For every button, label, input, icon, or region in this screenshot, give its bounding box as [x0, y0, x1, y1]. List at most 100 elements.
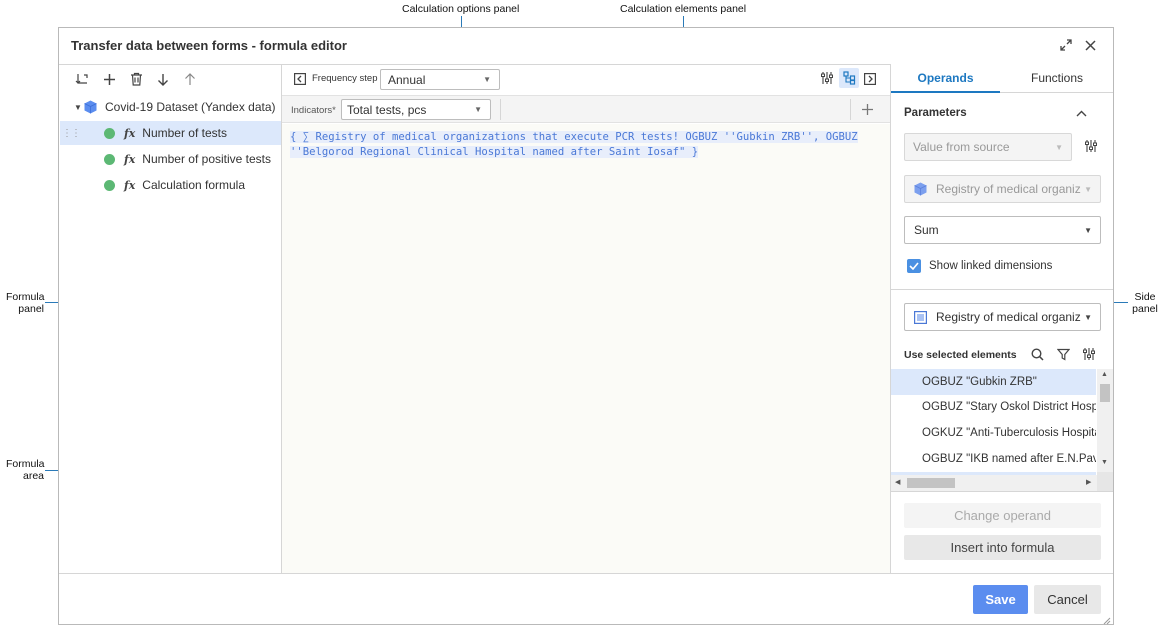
tab-operands[interactable]: Operands [891, 64, 1000, 93]
insert-into-formula-label: Insert into formula [950, 540, 1055, 555]
check-icon [909, 262, 919, 270]
header-divider [59, 64, 891, 65]
chevron-down-icon: ▼ [1084, 225, 1092, 235]
callout-side-panel-label: Side panel [1128, 291, 1162, 315]
side-panel-toggle-icon[interactable] [861, 70, 879, 88]
scroll-left-arrow-icon[interactable]: ◀ [895, 478, 900, 486]
list-item[interactable]: OGKUZ "Anti-Tuberculosis Hospital [891, 420, 1096, 446]
settings-sliders-icon[interactable] [818, 69, 836, 87]
save-label: Save [985, 592, 1016, 607]
change-operand-button: Change operand [904, 503, 1101, 528]
expand-icon[interactable] [1057, 36, 1075, 54]
side-list-divider [891, 491, 1113, 492]
cancel-label: Cancel [1047, 592, 1088, 607]
tree-item-number-of-tests[interactable]: ⋮⋮ fx Number of tests [60, 121, 281, 145]
aggregation-value: Sum [914, 223, 939, 237]
tab-functions[interactable]: Functions [1001, 64, 1113, 92]
elements-settings-icon[interactable] [1080, 345, 1098, 363]
chevron-down-icon: ▼ [1084, 184, 1092, 194]
source-settings-icon[interactable] [1082, 137, 1100, 155]
dataset-cube-icon [84, 100, 102, 114]
aggregation-select[interactable]: Sum ▼ [904, 216, 1101, 244]
chevron-up-icon[interactable] [1072, 104, 1090, 122]
chevron-down-icon: ▼ [1055, 142, 1063, 152]
callout-side-panel-line1: Side [1134, 291, 1156, 303]
frequency-step-select[interactable]: Annual ▼ [380, 69, 500, 90]
formula-area[interactable] [282, 124, 890, 573]
horizontal-scrollbar[interactable]: ◀ ▶ [891, 475, 1097, 491]
indicators-label: Indicators* [291, 105, 336, 116]
list-item[interactable]: OGBUZ "IKB named after E.N.Pavlo [891, 446, 1096, 472]
dimension-icon [914, 310, 927, 324]
formula-fx-icon: fx [124, 126, 136, 140]
add-element-icon[interactable] [858, 100, 876, 118]
indicators-value: Total tests, pcs [347, 102, 427, 117]
show-linked-checkbox[interactable] [907, 259, 921, 273]
tree-item-label: Calculation formula [142, 178, 246, 192]
tree-item-label: Number of tests [142, 126, 227, 140]
formula-text[interactable]: { ∑ Registry of medical organizations th… [290, 130, 858, 160]
list-item-label: OGBUZ "Stary Oskol District Hospital [922, 401, 1096, 413]
tab-functions-label: Functions [1030, 71, 1084, 85]
status-dot [104, 179, 115, 191]
change-operand-label: Change operand [954, 508, 1051, 523]
delete-icon[interactable] [127, 70, 145, 88]
move-icon[interactable] [73, 70, 91, 88]
drag-handle-icon[interactable]: ⋮⋮ [62, 128, 104, 139]
tree-root[interactable]: ▼ Covid-19 Dataset (Yandex data) [60, 95, 281, 119]
value-source-value: Value from source [913, 140, 1010, 154]
expand-arrow-icon[interactable]: ▼ [74, 103, 84, 112]
structure-toggle-icon[interactable] [839, 68, 859, 88]
list-item[interactable]: OGBUZ "Gubkin ZRB" [891, 369, 1096, 395]
collapse-panel-icon[interactable] [291, 70, 309, 88]
filter-icon[interactable] [1054, 345, 1072, 363]
value-source-select: Value from source ▼ [904, 133, 1072, 161]
callout-formula-panel-line2: panel [18, 303, 44, 315]
frequency-step-value: Annual [388, 72, 426, 87]
chevron-down-icon: ▼ [483, 75, 491, 84]
search-icon[interactable] [1028, 345, 1046, 363]
add-icon[interactable] [100, 70, 118, 88]
scroll-right-arrow-icon[interactable]: ▶ [1086, 478, 1091, 486]
insert-into-formula-button[interactable]: Insert into formula [904, 535, 1101, 560]
chevron-down-icon: ▼ [1084, 312, 1092, 322]
use-selected-label: Use selected elements [904, 349, 1017, 361]
cancel-button[interactable]: Cancel [1034, 585, 1101, 614]
registry-cube-select: Registry of medical organiz ▼ [904, 175, 1101, 203]
vertical-scrollbar[interactable]: ▲ ▼ [1097, 369, 1113, 472]
scroll-down-arrow-icon[interactable]: ▼ [1101, 459, 1108, 466]
tree-root-label: Covid-19 Dataset (Yandex data) [105, 100, 276, 114]
tree-item-number-of-positive-tests[interactable]: fx Number of positive tests [60, 147, 281, 171]
callout-formula-area-label: Formula area [6, 458, 45, 482]
status-dot [104, 153, 115, 165]
move-up-icon[interactable] [181, 70, 199, 88]
scrollbar-thumb[interactable] [1100, 384, 1110, 402]
h-scrollbar-thumb[interactable] [907, 478, 955, 488]
save-button[interactable]: Save [973, 585, 1028, 614]
list-item-label: OGBUZ "IKB named after E.N.Pavlo [922, 453, 1096, 465]
tree-item-calculation-formula[interactable]: fx Calculation formula [60, 173, 281, 197]
list-item[interactable]: OGBUZ "Stary Oskol District Hospital [891, 394, 1096, 420]
chevron-down-icon: ▼ [474, 105, 482, 114]
frequency-step-label: Frequency step [312, 73, 378, 84]
move-down-icon[interactable] [154, 70, 172, 88]
registry-dimension-select[interactable]: Registry of medical organiz ▼ [904, 303, 1101, 331]
callout-calc-elements-label: Calculation elements panel [620, 3, 747, 15]
side-panel-divider [890, 64, 891, 573]
formula-fx-icon: fx [124, 178, 136, 192]
indicators-select[interactable]: Total tests, pcs ▼ [341, 99, 491, 120]
close-icon[interactable] [1081, 36, 1099, 54]
tab-operands-label: Operands [917, 70, 974, 85]
side-tab-bar: Operands Functions [891, 64, 1113, 93]
footer-divider [59, 573, 1113, 574]
scrollbar-corner [1097, 472, 1113, 491]
formula-line-1: { ∑ Registry of medical organizations th… [290, 131, 858, 143]
callout-side-panel-line2: panel [1132, 303, 1158, 315]
status-dot [104, 127, 115, 139]
callout-formula-area-line1: Formula [6, 458, 45, 470]
registry-cube-value: Registry of medical organiz [936, 182, 1081, 196]
elements-list[interactable]: OGBUZ "Gubkin ZRB" OGBUZ "Stary Oskol Di… [891, 369, 1113, 491]
tree-item-label: Number of positive tests [142, 152, 272, 166]
scroll-up-arrow-icon[interactable]: ▲ [1101, 371, 1108, 378]
callout-calc-options-label: Calculation options panel [402, 3, 520, 15]
